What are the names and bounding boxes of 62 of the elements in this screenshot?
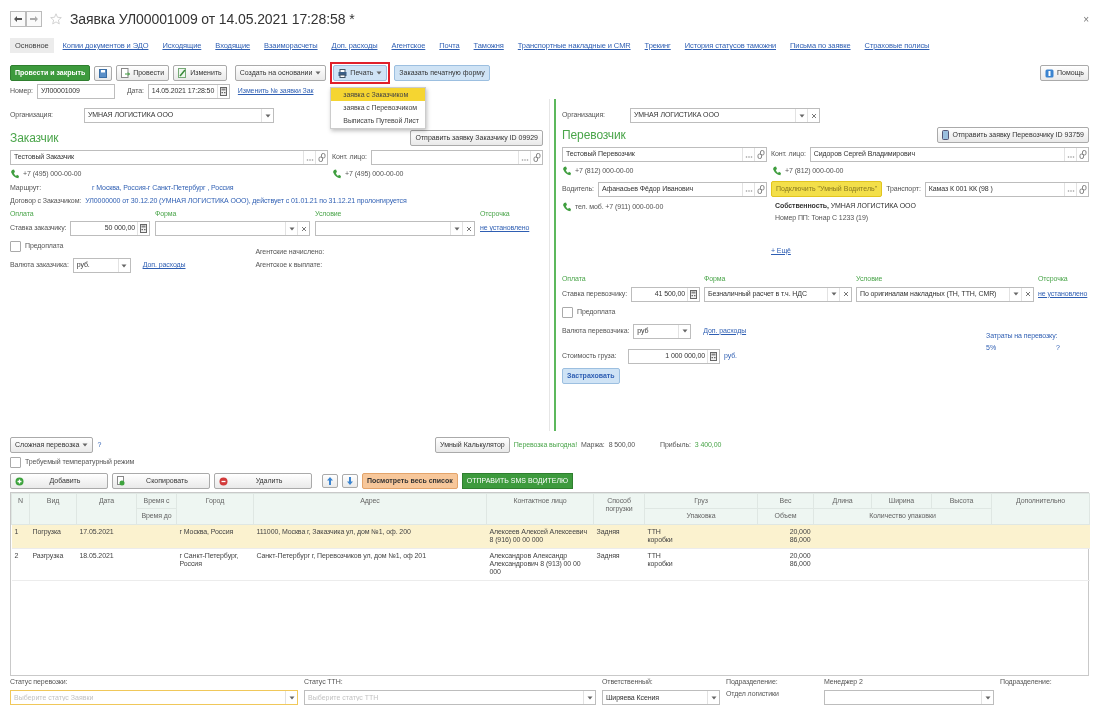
checkbox[interactable] <box>562 306 573 318</box>
window-title: Заявка УЛ00001009 от 14.05.2021 17:28:58 * <box>70 10 355 28</box>
phone-device-icon <box>942 130 950 140</box>
clear-icon[interactable] <box>842 291 849 298</box>
calculator-icon[interactable] <box>690 289 697 299</box>
star-icon[interactable] <box>50 13 62 25</box>
caret-icon[interactable] <box>315 71 322 75</box>
back-button[interactable] <box>10 11 26 27</box>
link-icon[interactable] <box>1078 150 1087 159</box>
caret-icon[interactable] <box>710 695 717 700</box>
caret-icon[interactable] <box>82 443 89 447</box>
printer-icon <box>338 68 348 78</box>
caret-icon[interactable] <box>288 695 295 700</box>
caret-icon[interactable] <box>1012 292 1019 297</box>
caret-icon[interactable] <box>984 695 991 700</box>
arrow-down-icon <box>347 477 353 485</box>
close-button[interactable]: × <box>1083 11 1089 27</box>
phone-icon <box>562 166 571 176</box>
caret-icon[interactable] <box>830 292 837 297</box>
help-icon <box>1044 68 1054 78</box>
checkbox[interactable] <box>10 457 21 468</box>
phone-icon <box>332 169 341 179</box>
section-heading: Заказчик <box>10 130 59 146</box>
caret-icon[interactable] <box>681 329 688 334</box>
input-field[interactable] <box>315 221 475 237</box>
copy-icon <box>117 476 126 486</box>
calculator-icon[interactable] <box>140 224 147 234</box>
move-down-button[interactable] <box>342 474 358 488</box>
link-icon[interactable] <box>756 184 765 194</box>
calculator-icon[interactable] <box>710 351 717 361</box>
link-icon[interactable] <box>532 153 541 162</box>
calculator-icon[interactable] <box>219 87 227 96</box>
phone-icon <box>10 169 19 179</box>
clear-icon[interactable] <box>465 225 472 232</box>
input-field[interactable] <box>370 150 543 165</box>
caret-icon[interactable] <box>453 226 460 231</box>
add-icon <box>15 476 24 486</box>
clear-icon[interactable] <box>810 112 817 119</box>
save-button[interactable] <box>94 65 113 81</box>
caret-icon[interactable] <box>376 71 383 75</box>
caret-icon[interactable] <box>264 113 271 118</box>
input-field[interactable] <box>155 221 310 237</box>
phone-icon <box>772 166 781 176</box>
caret-icon[interactable] <box>798 113 805 118</box>
input-field[interactable] <box>824 690 994 706</box>
link-icon[interactable] <box>317 153 326 162</box>
clear-icon[interactable] <box>1024 291 1031 298</box>
phone-icon <box>562 202 571 212</box>
link-icon[interactable] <box>756 150 765 159</box>
checkbox[interactable] <box>10 241 21 253</box>
caret-icon[interactable] <box>586 695 593 700</box>
section-heading: Перевозчик <box>562 127 626 143</box>
caret-icon[interactable] <box>288 226 295 231</box>
link-icon[interactable] <box>1078 184 1087 194</box>
delete-icon <box>219 476 228 486</box>
caret-icon[interactable] <box>121 263 128 268</box>
clear-icon[interactable] <box>300 225 307 232</box>
arrow-up-icon <box>327 477 333 485</box>
move-up-button[interactable] <box>322 474 338 488</box>
back-icon[interactable] <box>14 16 22 22</box>
pencil-icon <box>178 68 188 78</box>
document-icon <box>121 68 131 78</box>
